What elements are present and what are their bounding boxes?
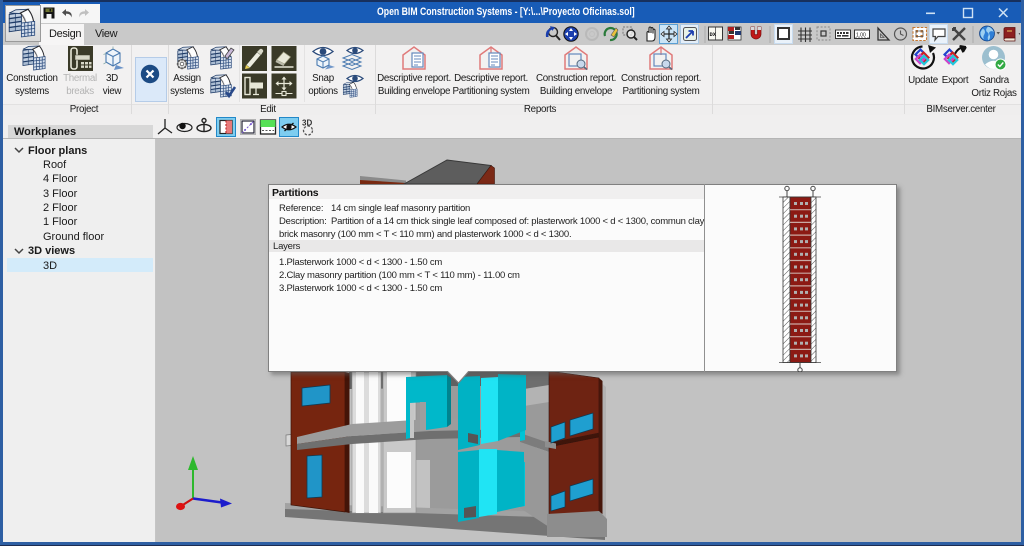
svg-text:3D: 3D bbox=[302, 119, 312, 128]
svg-text:1.00: 1.00 bbox=[856, 33, 866, 39]
svg-text:DX: DX bbox=[710, 31, 717, 38]
